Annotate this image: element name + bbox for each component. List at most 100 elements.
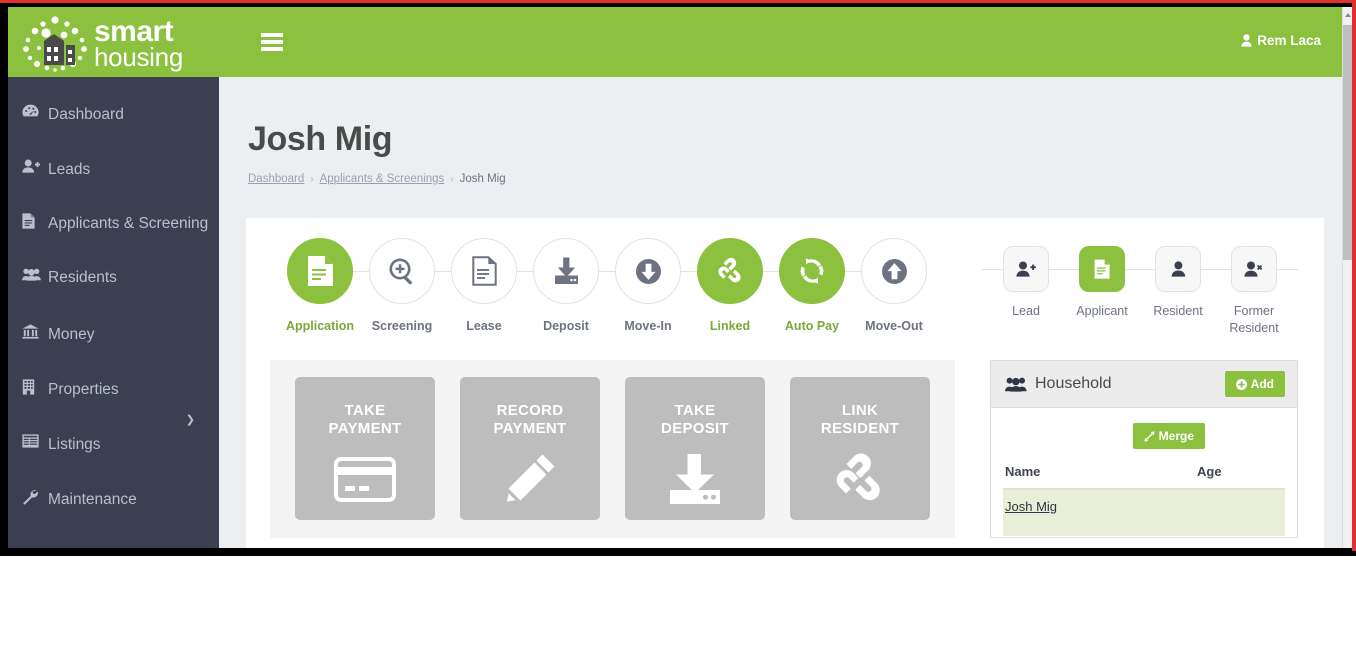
browser-viewport: smart housing Rem Laca Dashboard Leads A…	[8, 7, 1352, 548]
breadcrumb-link-applicants-screenings[interactable]: Applicants & Screenings	[320, 173, 445, 185]
role-resident[interactable]: Resident	[1140, 246, 1216, 320]
step-circle	[615, 238, 681, 304]
chevron-right-icon: ›	[310, 173, 314, 185]
plus-circle-icon	[1235, 378, 1247, 390]
sidebar-item-label: Residents	[48, 269, 117, 286]
table-header-row: Name Age	[1003, 464, 1285, 490]
step-circle	[287, 238, 353, 304]
wrench-icon	[22, 489, 48, 505]
credit-card-icon	[332, 451, 398, 507]
pencil-icon	[497, 451, 563, 507]
sidebar-item-label: Listings	[48, 436, 101, 453]
role-pill	[1079, 246, 1125, 292]
merge-arrows-icon	[1144, 430, 1155, 442]
household-title-label: Household	[1035, 375, 1112, 392]
hamburger-menu-icon[interactable]	[261, 33, 283, 51]
tile-label: LINK RESIDENT	[820, 402, 900, 437]
window-border-left	[0, 3, 8, 551]
tile-label: RECORD PAYMENT	[493, 402, 567, 437]
household-table: Name Age Josh Mig	[1003, 464, 1285, 536]
page-title: Josh Mig	[248, 120, 393, 158]
step-move-out[interactable]: Move-Out	[844, 238, 944, 333]
tile-label: TAKE PAYMENT	[328, 402, 402, 437]
top-header-bar: smart housing Rem Laca	[8, 7, 1343, 77]
household-title: Household	[1005, 375, 1112, 393]
page-scrollbar[interactable]	[1342, 7, 1352, 548]
breadcrumb: Dashboard › Applicants & Screenings › Jo…	[248, 173, 506, 185]
user-name-label: Rem Laca	[1257, 33, 1321, 48]
role-pill	[1003, 246, 1049, 292]
sidebar-item-money[interactable]: Money	[8, 297, 219, 352]
role-label: Lead	[1012, 304, 1040, 318]
sidebar-item-listings[interactable]: Listings ❯	[8, 407, 219, 462]
smart-housing-building-dots-logo	[22, 15, 88, 73]
users-group-icon	[1005, 376, 1027, 392]
user-plus-icon	[22, 159, 48, 173]
household-header: Household Add	[991, 361, 1297, 408]
role-label: Resident	[1153, 304, 1203, 318]
role-label: Former Resident	[1229, 304, 1279, 335]
tile-take-deposit[interactable]: TAKE DEPOSIT	[625, 377, 765, 520]
household-panel: Household Add Merge Name Age Josh Mig	[990, 360, 1298, 538]
role-former-resident[interactable]: Former Resident	[1216, 246, 1292, 337]
chevron-right-icon: ›	[450, 173, 454, 185]
scrollbar-thumb[interactable]	[1343, 25, 1352, 260]
sidebar-item-properties[interactable]: Properties	[8, 352, 219, 407]
sidebar-navigation: Dashboard Leads Applicants & Screening R…	[8, 77, 219, 548]
tile-take-payment[interactable]: TAKE PAYMENT	[295, 377, 435, 520]
chevron-right-icon: ❯	[185, 414, 195, 426]
document-lines-icon	[471, 256, 497, 286]
role-applicant[interactable]: Applicant	[1064, 246, 1140, 320]
sidebar-item-dashboard[interactable]: Dashboard	[8, 77, 219, 132]
chain-link-icon	[715, 257, 746, 286]
arrow-down-circle-icon	[635, 258, 662, 285]
column-header-name: Name	[1005, 464, 1041, 479]
tile-link-resident[interactable]: LINK RESIDENT	[790, 377, 930, 520]
user-menu[interactable]: Rem Laca	[1241, 33, 1321, 48]
step-circle	[369, 238, 435, 304]
document-icon	[307, 255, 334, 287]
step-circle	[451, 238, 517, 304]
dashboard-gauge-icon	[22, 104, 48, 118]
building-icon	[22, 379, 48, 395]
scrollbar-arrow-up[interactable]	[1343, 7, 1352, 23]
breadcrumb-link-dashboard[interactable]: Dashboard	[248, 173, 304, 185]
brand-wordmark: smart housing	[94, 17, 183, 70]
add-household-member-button[interactable]: Add	[1224, 371, 1285, 397]
sidebar-item-maintenance[interactable]: Maintenance	[8, 462, 219, 517]
breadcrumb-current: Josh Mig	[459, 173, 506, 185]
sidebar-item-label: Properties	[48, 381, 119, 398]
window-border-bottom	[0, 548, 1356, 556]
sidebar-item-applicants-screening[interactable]: Applicants & Screening	[8, 187, 219, 242]
document-icon	[22, 213, 48, 229]
users-group-icon	[22, 267, 48, 281]
user-remove-icon	[1244, 261, 1264, 277]
magnifier-plus-icon	[388, 257, 417, 286]
role-lead[interactable]: Lead	[988, 246, 1064, 320]
brand-logo-area[interactable]: smart housing	[22, 13, 218, 75]
window-border-right-red	[1352, 0, 1356, 551]
role-pill	[1155, 246, 1201, 292]
step-circle	[697, 238, 763, 304]
merge-button[interactable]: Merge	[1132, 423, 1205, 449]
cell-age	[1197, 499, 1257, 514]
add-button-label: Add	[1250, 377, 1274, 391]
sidebar-item-label: Maintenance	[48, 491, 137, 508]
arrow-up-circle-icon	[881, 258, 908, 285]
workflow-stepper: Application Screening Lease Deposit Move…	[270, 238, 970, 348]
main-content-area: Josh Mig Dashboard › Applicants & Screen…	[219, 77, 1343, 548]
table-row[interactable]: Josh Mig	[1003, 490, 1285, 536]
sidebar-item-residents[interactable]: Residents	[8, 242, 219, 297]
list-window-icon	[22, 434, 48, 448]
tile-record-payment[interactable]: RECORD PAYMENT	[460, 377, 600, 520]
household-member-link[interactable]: Josh Mig	[1005, 499, 1057, 514]
user-icon	[1171, 261, 1186, 277]
sidebar-item-leads[interactable]: Leads	[8, 132, 219, 187]
role-pill	[1231, 246, 1277, 292]
document-icon	[1094, 259, 1110, 279]
merge-button-label: Merge	[1158, 429, 1194, 443]
cell-name: Josh Mig	[1003, 499, 1197, 514]
role-label: Applicant	[1076, 304, 1128, 318]
detail-card: Application Screening Lease Deposit Move…	[246, 218, 1324, 548]
column-header-age: Age	[1197, 464, 1222, 479]
